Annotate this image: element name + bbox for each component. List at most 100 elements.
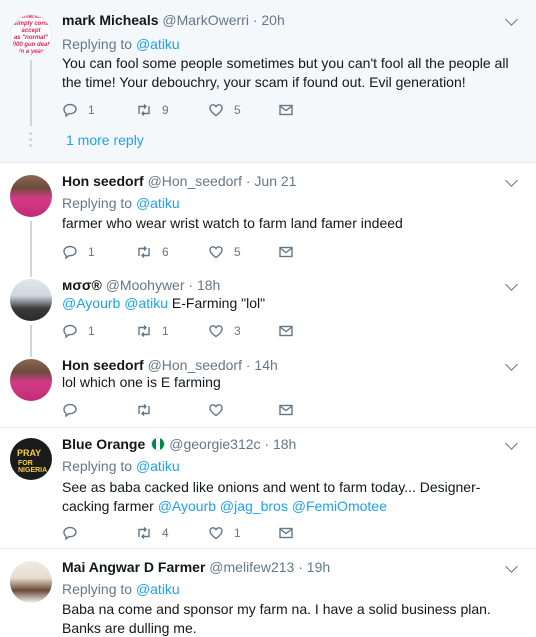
- reply-icon: [63, 324, 77, 339]
- tweet-text: See as baba cacked like onions and went …: [62, 478, 522, 516]
- retweet-icon: [138, 527, 150, 539]
- timestamp[interactable]: 19h: [307, 559, 330, 575]
- user-handle[interactable]: @MarkOwerri: [162, 12, 249, 28]
- mention-link[interactable]: @atiku: [136, 195, 180, 211]
- chevron-down-icon[interactable]: [505, 437, 518, 450]
- tweet-text-content: E-Farming "lol": [171, 295, 266, 311]
- retweet-button[interactable]: 9: [136, 102, 169, 118]
- retweet-icon: [138, 104, 150, 116]
- chevron-down-icon[interactable]: [505, 358, 518, 371]
- tweet[interactable]: Hon seedorf @Hon_seedorf · 14h lol which…: [0, 351, 536, 427]
- tweet-actions: [62, 402, 362, 420]
- timestamp[interactable]: 14h: [254, 357, 277, 373]
- replying-to: Replying to @atiku: [62, 195, 180, 211]
- like-button[interactable]: 5: [208, 244, 241, 260]
- tweet[interactable]: мσσ® @Moohywer · 18h @Ayourb @atiku E-Fa…: [0, 263, 536, 351]
- tweet[interactable]: America simply cons accept as "normal" 0…: [0, 0, 536, 162]
- retweet-button[interactable]: 6: [136, 244, 169, 260]
- tweet-actions: 1 1 3: [62, 323, 362, 341]
- avatar-text: FOR NIGERIA: [18, 460, 48, 474]
- user-handle[interactable]: @georgie312c: [169, 436, 260, 452]
- like-count: 5: [234, 103, 241, 117]
- mention-link[interactable]: @atiku: [136, 458, 180, 474]
- user-handle[interactable]: @Hon_seedorf: [148, 357, 242, 373]
- replying-to: Replying to @atiku: [62, 36, 180, 52]
- timestamp[interactable]: Jun 21: [254, 173, 296, 189]
- tweet[interactable]: PRAY FOR NIGERIA Blue Orange @georgie312c…: [0, 428, 536, 548]
- timestamp[interactable]: 18h: [273, 436, 296, 452]
- retweet-button[interactable]: 4: [136, 525, 169, 541]
- reply-button[interactable]: 1: [62, 323, 95, 339]
- tweet-text: You can fool some people sometimes but y…: [62, 55, 509, 90]
- avatar[interactable]: [10, 279, 52, 321]
- like-button[interactable]: 3: [208, 323, 241, 339]
- display-name[interactable]: Mai Angwar D Farmer: [62, 559, 205, 575]
- display-name[interactable]: Hon seedorf: [62, 173, 144, 189]
- display-name[interactable]: Hon seedorf: [62, 357, 144, 373]
- chevron-down-icon[interactable]: [505, 278, 518, 291]
- chevron-down-icon[interactable]: [505, 13, 518, 26]
- display-name[interactable]: mark Micheals: [62, 12, 159, 28]
- reply-icon: [63, 103, 77, 118]
- avatar[interactable]: America simply cons accept as "normal" 0…: [10, 14, 52, 56]
- reply-button[interactable]: [62, 525, 88, 541]
- avatar[interactable]: [10, 359, 52, 401]
- tweet-text: @Ayourb @atiku E-Farming "lol": [62, 294, 512, 313]
- avatar-text: in a year: [18, 49, 44, 55]
- reply-button[interactable]: [62, 402, 88, 418]
- tweet[interactable]: Mai Angwar D Farmer @melifew213 · 19h Re…: [0, 549, 536, 637]
- replying-to: Replying to @atiku: [62, 458, 180, 474]
- dm-button[interactable]: [278, 244, 294, 260]
- chevron-down-icon[interactable]: [505, 560, 518, 573]
- like-button[interactable]: [208, 402, 234, 418]
- avatar[interactable]: [10, 175, 52, 217]
- like-button[interactable]: 1: [208, 525, 241, 541]
- retweet-count: 1: [162, 324, 169, 338]
- mention-link[interactable]: @jag_bros: [220, 498, 288, 514]
- avatar[interactable]: [10, 561, 52, 603]
- dm-button[interactable]: [278, 402, 294, 418]
- thread-line: [30, 60, 32, 126]
- dm-button[interactable]: [278, 525, 294, 541]
- user-handle[interactable]: @melifew213: [209, 559, 294, 575]
- retweet-button[interactable]: 1: [136, 323, 169, 339]
- heart-icon: [209, 325, 223, 338]
- reply-icon: [63, 403, 77, 418]
- retweet-count: 6: [162, 245, 169, 259]
- mention-link[interactable]: @Ayourb: [158, 498, 216, 514]
- avatar-text: America: [19, 14, 43, 20]
- dm-button[interactable]: [278, 102, 294, 118]
- timestamp[interactable]: 20h: [261, 12, 284, 28]
- reply-icon: [63, 526, 77, 541]
- reply-count: 1: [88, 324, 95, 338]
- display-name[interactable]: Blue Orange: [62, 436, 145, 452]
- mention-link[interactable]: @atiku: [124, 295, 168, 311]
- chevron-down-icon[interactable]: [505, 174, 518, 187]
- reply-count: 1: [88, 103, 95, 117]
- user-handle[interactable]: @Moohywer: [106, 277, 185, 293]
- reply-button[interactable]: 1: [62, 102, 95, 118]
- like-button[interactable]: 5: [208, 102, 241, 118]
- mention-link[interactable]: @FemiOmotee: [292, 498, 387, 514]
- mention-link[interactable]: @atiku: [136, 581, 180, 597]
- reply-button[interactable]: 1: [62, 244, 95, 260]
- tweet-header: Mai Angwar D Farmer @melifew213 · 19h: [62, 559, 331, 575]
- like-count: 1: [234, 526, 241, 540]
- mention-link[interactable]: @atiku: [136, 36, 180, 52]
- envelope-icon: [279, 404, 293, 416]
- envelope-icon: [279, 104, 293, 116]
- retweet-button[interactable]: [136, 402, 162, 418]
- display-name[interactable]: мσσ®: [62, 277, 102, 293]
- retweet-icon: [138, 246, 150, 258]
- user-handle[interactable]: @Hon_seedorf: [148, 173, 242, 189]
- replying-label: Replying to: [62, 36, 133, 52]
- avatar[interactable]: PRAY FOR NIGERIA: [10, 438, 52, 480]
- retweet-icon: [138, 325, 150, 337]
- nigeria-flag-icon: [151, 437, 166, 451]
- dm-button[interactable]: [278, 323, 294, 339]
- timestamp[interactable]: 18h: [197, 277, 220, 293]
- more-replies-link[interactable]: 1 more reply: [66, 132, 144, 148]
- thread-line: [30, 325, 32, 351]
- mention-link[interactable]: @Ayourb: [62, 295, 120, 311]
- tweet[interactable]: Hon seedorf @Hon_seedorf · Jun 21 Replyi…: [0, 163, 536, 263]
